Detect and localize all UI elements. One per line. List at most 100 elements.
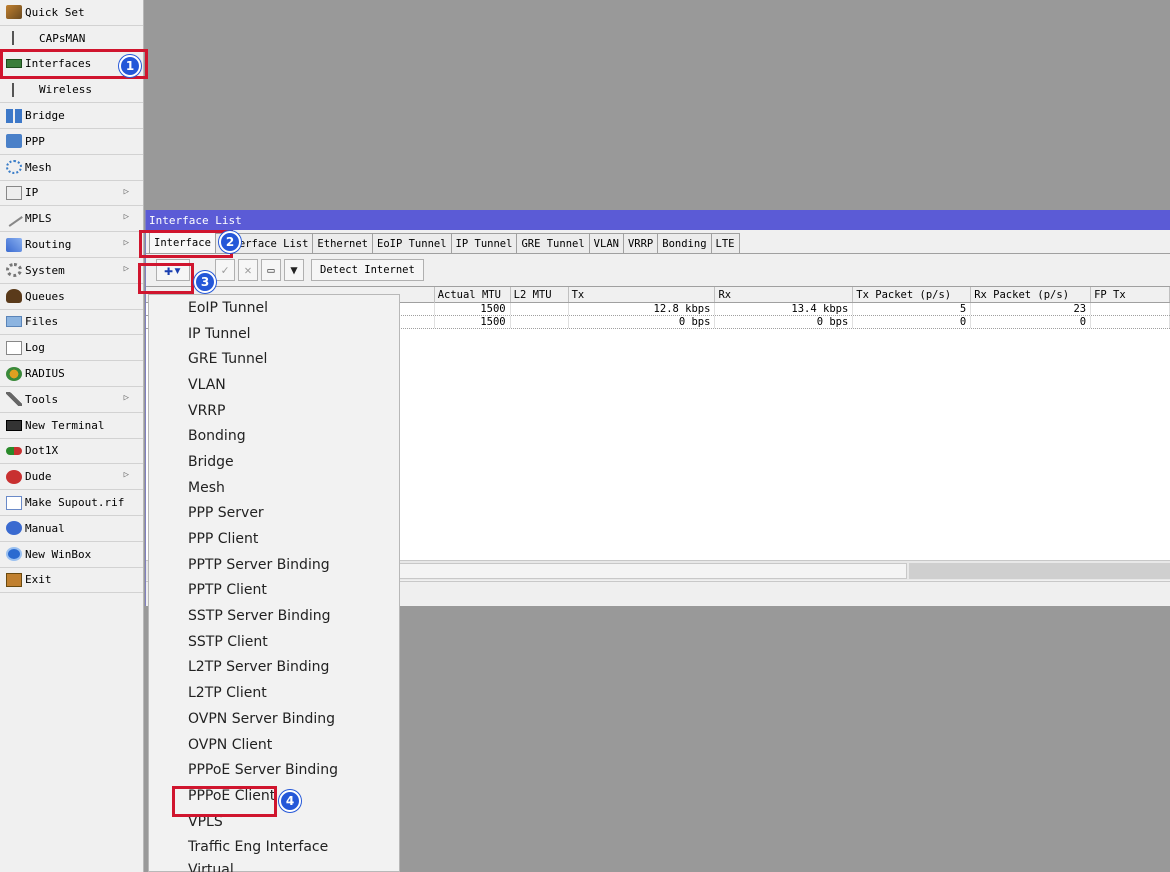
dropdown-item-vrrp[interactable]: VRRP (149, 398, 399, 424)
sidebar-item-dude[interactable]: Dude ▷ (0, 464, 143, 491)
sidebar-item-label: System (25, 263, 65, 277)
sidebar-item-quick-set[interactable]: Quick Set (0, 0, 143, 26)
sidebar-item-dot1x[interactable]: Dot1X (0, 438, 143, 465)
dropdown-item-bonding[interactable]: Bonding (149, 423, 399, 449)
dropdown-item-pptp-client[interactable]: PPTP Client (149, 578, 399, 604)
dropdown-item-ppp-server[interactable]: PPP Server (149, 501, 399, 527)
tab-lte[interactable]: LTE (710, 233, 740, 253)
mpls-icon (5, 210, 23, 227)
sidebar-item-ppp[interactable]: PPP (0, 128, 143, 155)
sidebar-item-radius[interactable]: RADIUS (0, 361, 143, 387)
column-l2-mtu[interactable]: L2 MTU (511, 287, 569, 302)
column-actual-mtu[interactable]: Actual MTU (435, 287, 511, 302)
tab-gre-tunnel[interactable]: GRE Tunnel (516, 233, 590, 253)
column-rx[interactable]: Rx (715, 287, 854, 302)
sidebar-item-wireless[interactable]: Wireless (0, 77, 143, 104)
tab-vlan[interactable]: VLAN (588, 233, 624, 253)
sidebar-item-files[interactable]: Files (0, 309, 143, 336)
tab-bonding[interactable]: Bonding (657, 233, 712, 253)
sidebar-item-new-terminal[interactable]: New Terminal (0, 412, 143, 439)
dropdown-item-mesh[interactable]: Mesh (149, 475, 399, 501)
sidebar-item-bridge[interactable]: Bridge (0, 103, 143, 129)
enable-button[interactable]: ✓ (215, 259, 235, 281)
comment-button[interactable]: ▭ (261, 259, 281, 281)
antenna-icon (12, 31, 28, 46)
dropdown-item-bridge[interactable]: Bridge (149, 449, 399, 475)
ip-icon (6, 185, 22, 200)
tab-vrrp[interactable]: VRRP (622, 233, 659, 253)
column-tx[interactable]: Tx (569, 287, 716, 302)
sidebar-item-make-supout-rif[interactable]: Make Supout.rif (0, 490, 143, 516)
sidebar-item-label: Tools (25, 392, 59, 406)
sidebar-item-routing[interactable]: Routing ▷ (0, 232, 143, 258)
sidebar-item-label: PPP (25, 134, 45, 148)
cell-fp-tx (1091, 303, 1170, 315)
sidebar-item-manual[interactable]: Manual (0, 515, 143, 542)
scrollbar-thumb[interactable] (399, 563, 907, 579)
sidebar-item-system[interactable]: System ▷ (0, 257, 143, 284)
sidebar-item-queues[interactable]: Queues (0, 283, 143, 310)
window-titlebar[interactable]: Interface List (146, 210, 1170, 230)
detect-internet-label: Detect Internet (320, 264, 415, 276)
tab-ip-tunnel[interactable]: IP Tunnel (450, 233, 518, 253)
dropdown-item-ppp-client[interactable]: PPP Client (149, 526, 399, 552)
sidebar-item-label: CAPsMAN (39, 31, 86, 45)
dropdown-item-traffic-eng-interface[interactable]: Traffic Eng Interface (149, 834, 399, 860)
dropdown-item-virtual[interactable]: Virtual (149, 860, 399, 872)
sidebar-item-label: Wireless (39, 83, 92, 97)
submenu-arrow-icon: ▷ (123, 392, 129, 403)
dropdown-item-ip-tunnel[interactable]: IP Tunnel (149, 321, 399, 347)
sidebar-item-tools[interactable]: Tools ▷ (0, 386, 143, 413)
toolbar: ✚▾ ✓ ✕ ▭ ▼ Detect Internet (146, 254, 1170, 286)
dropdown-item-l2tp-client[interactable]: L2TP Client (149, 680, 399, 706)
dropdown-item-sstp-client[interactable]: SSTP Client (149, 629, 399, 655)
dropdown-item-pppoe-server-binding[interactable]: PPPoE Server Binding (149, 757, 399, 783)
dropdown-item-ovpn-client[interactable]: OVPN Client (149, 732, 399, 758)
submenu-arrow-icon: ▷ (123, 263, 129, 274)
dropdown-item-l2tp-server-binding[interactable]: L2TP Server Binding (149, 655, 399, 681)
sidebar-item-ip[interactable]: IP ▷ (0, 180, 143, 207)
dropdown-item-pptp-server-binding[interactable]: PPTP Server Binding (149, 552, 399, 578)
tools-icon (6, 392, 22, 407)
dropdown-item-eoip-tunnel[interactable]: EoIP Tunnel (149, 295, 399, 321)
tab-ethernet[interactable]: Ethernet (312, 233, 373, 253)
sidebar-item-capsman[interactable]: CAPsMAN (0, 25, 143, 52)
tab-eoip-tunnel[interactable]: EoIP Tunnel (372, 233, 452, 253)
winbox-icon (6, 547, 22, 562)
column-fp-tx[interactable]: FP Tx (1091, 287, 1170, 302)
sidebar-item-label: Manual (25, 521, 65, 535)
cell-tx: 12.8 kbps (569, 303, 716, 315)
cell-rx-packet: 0 (971, 316, 1092, 328)
cell-rx: 0 bps (715, 316, 854, 328)
dropdown-item-vlan[interactable]: VLAN (149, 372, 399, 398)
sidebar-item-label: Dude (25, 470, 52, 484)
sidebar-item-label: New Terminal (25, 418, 105, 432)
sidebar-item-new-winbox[interactable]: New WinBox (0, 541, 143, 568)
sidebar-item-mpls[interactable]: MPLS ▷ (0, 206, 143, 233)
detect-internet-button[interactable]: Detect Internet (311, 259, 424, 281)
sidebar-item-log[interactable]: Log (0, 335, 143, 362)
step-badge-2: 2 (219, 231, 241, 253)
sidebar-item-label: Exit (25, 573, 52, 587)
column-rx-packet[interactable]: Rx Packet (p/s) (971, 287, 1092, 302)
submenu-arrow-icon: ▷ (123, 238, 129, 249)
log-icon (6, 340, 22, 355)
sidebar-item-mesh[interactable]: Mesh (0, 154, 143, 181)
sidebar-item-label: Queues (25, 289, 65, 303)
column-tx-packet[interactable]: Tx Packet (p/s) (853, 287, 972, 302)
sidebar-item-exit[interactable]: Exit (0, 567, 143, 594)
dropdown-item-ovpn-server-binding[interactable]: OVPN Server Binding (149, 706, 399, 732)
gear-icon (6, 263, 22, 278)
mesh-icon (6, 160, 22, 175)
wizard-icon (6, 5, 22, 20)
scrollbar-track[interactable] (909, 563, 1170, 579)
dropdown-item-gre-tunnel[interactable]: GRE Tunnel (149, 346, 399, 372)
filter-button[interactable]: ▼ (284, 259, 304, 281)
disable-button[interactable]: ✕ (238, 259, 258, 281)
dropdown-item-sstp-server-binding[interactable]: SSTP Server Binding (149, 603, 399, 629)
dude-icon (6, 469, 22, 484)
cell-tx-packet: 0 (853, 316, 972, 328)
supout-icon (6, 495, 22, 510)
submenu-arrow-icon: ▷ (123, 186, 129, 197)
cell-rx: 13.4 kbps (715, 303, 854, 315)
